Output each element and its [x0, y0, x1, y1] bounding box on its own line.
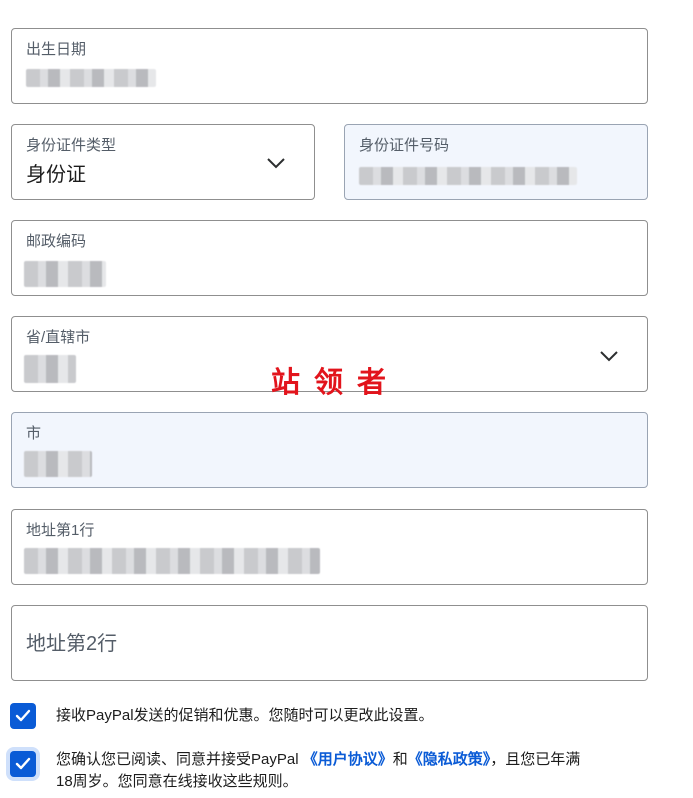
promo-consent-checkbox[interactable]	[10, 703, 36, 729]
address-line1-label: 地址第1行	[26, 522, 95, 539]
agreement-text-and: 和	[392, 751, 408, 768]
id-type-value: 身份证	[26, 164, 86, 186]
id-number-value-redacted	[359, 167, 577, 185]
province-value-redacted	[24, 355, 76, 383]
postal-code-field[interactable]: 邮政编码	[11, 220, 648, 296]
id-number-label: 身份证件号码	[359, 137, 450, 154]
privacy-policy-link[interactable]: 《隐私政策》	[408, 751, 491, 768]
postal-code-label: 邮政编码	[26, 233, 87, 250]
agreement-text-line2: 18周岁。您同意在线接收这些规则。	[56, 773, 298, 790]
birth-date-value-redacted	[26, 69, 156, 87]
city-field[interactable]: 市	[11, 412, 648, 488]
city-label: 市	[26, 425, 42, 442]
id-type-select[interactable]: 身份证件类型 身份证	[11, 124, 315, 200]
address-line1-value-redacted	[24, 548, 320, 574]
id-number-field[interactable]: 身份证件号码	[344, 124, 648, 200]
postal-code-value-redacted	[24, 261, 106, 287]
user-agreement-link[interactable]: 《用户协议》	[303, 751, 393, 768]
address-line2-field[interactable]: 地址第2行	[11, 605, 648, 681]
promo-consent-row: 接收PayPal发送的促销和优惠。您随时可以更改此设置。	[10, 703, 670, 731]
check-icon	[15, 757, 31, 770]
province-label: 省/直辖市	[26, 329, 91, 346]
agreement-consent-text: 您确认您已阅读、同意并接受PayPal 《用户协议》和《隐私政策》，且您已年满 …	[56, 749, 666, 793]
check-icon	[15, 709, 31, 722]
watermark-text: 站领者	[271, 365, 401, 399]
agreement-text-before: 您确认您已阅读、同意并接受PayPal	[56, 751, 299, 768]
id-type-label: 身份证件类型	[26, 137, 117, 154]
agreement-consent-checkbox[interactable]	[10, 751, 36, 777]
city-value-redacted	[24, 451, 92, 477]
address-line2-placeholder: 地址第2行	[26, 633, 118, 655]
birth-date-field[interactable]: 出生日期	[11, 28, 648, 104]
address-line1-field[interactable]: 地址第1行	[11, 509, 648, 585]
agreement-consent-row: 您确认您已阅读、同意并接受PayPal 《用户协议》和《隐私政策》，且您已年满 …	[10, 749, 670, 797]
birth-date-label: 出生日期	[26, 41, 87, 58]
chevron-down-icon	[267, 158, 285, 169]
promo-consent-text: 接收PayPal发送的促销和优惠。您随时可以更改此设置。	[56, 707, 434, 724]
agreement-text-after: ，且您已年满	[490, 751, 581, 768]
chevron-down-icon	[600, 351, 618, 362]
